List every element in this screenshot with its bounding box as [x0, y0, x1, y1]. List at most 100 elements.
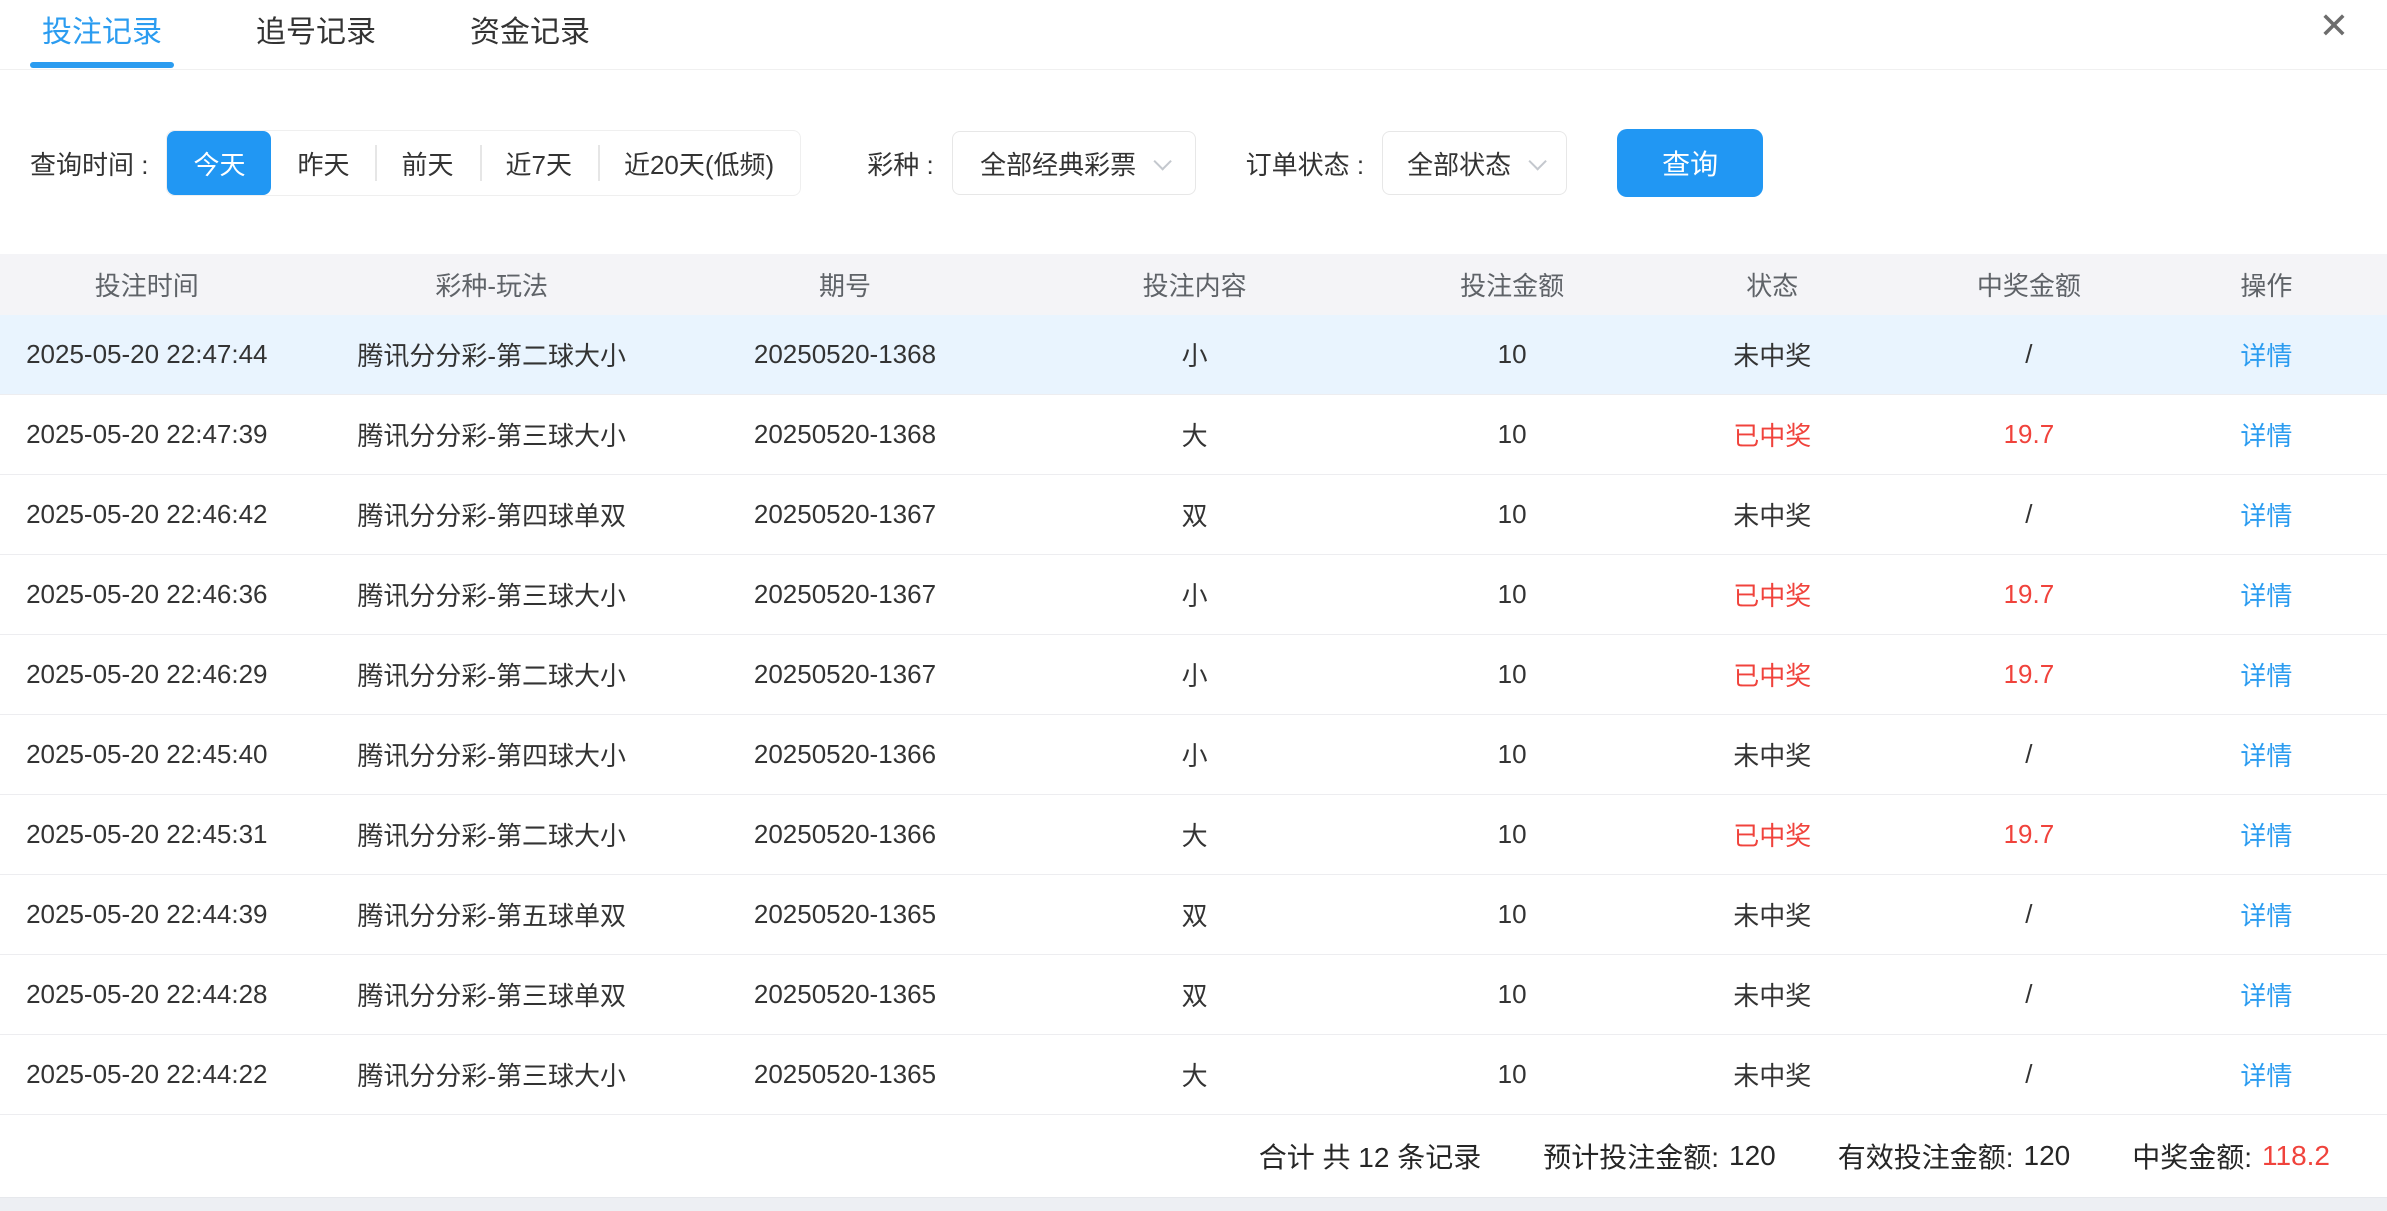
bet-records-table: 投注时间 彩种-玩法 期号 投注内容 投注金额 状态 中奖金额 操作 2025-… [0, 254, 2387, 1197]
cell-play: 腾讯分分彩-第四球单双 [294, 496, 690, 533]
close-icon[interactable]: ✕ [2319, 8, 2349, 44]
col-amount: 投注金额 [1389, 266, 1635, 303]
cell-play: 腾讯分分彩-第二球大小 [294, 336, 690, 373]
cell-amount: 10 [1389, 1059, 1635, 1090]
table-body: 2025-05-20 22:47:44 腾讯分分彩-第二球大小 20250520… [0, 315, 2387, 1115]
cell-play: 腾讯分分彩-第三球大小 [294, 576, 690, 613]
page-background-strip [0, 1197, 2387, 1211]
cell-status: 已中奖 [1635, 656, 1910, 693]
chevron-down-icon [1529, 152, 1547, 170]
cell-content: 大 [1000, 816, 1389, 853]
cell-bet-time: 2025-05-20 22:46:42 [0, 499, 294, 530]
query-button[interactable]: 查询 [1617, 129, 1763, 197]
table-row: 2025-05-20 22:46:36 腾讯分分彩-第三球大小 20250520… [0, 555, 2387, 635]
cell-prize: / [1910, 499, 2149, 530]
cell-content: 小 [1000, 736, 1389, 773]
lottery-type-value: 全部经典彩票 [980, 145, 1136, 182]
cell-status: 已中奖 [1635, 816, 1910, 853]
tab-bet-records[interactable]: 投注记录 [42, 0, 162, 70]
col-play: 彩种-玩法 [294, 266, 690, 303]
cell-bet-time: 2025-05-20 22:46:29 [0, 659, 294, 690]
order-status-value: 全部状态 [1407, 145, 1511, 182]
cell-bet-time: 2025-05-20 22:45:31 [0, 819, 294, 850]
filter-bar: 查询时间 : 今天昨天前天近7天近20天(低频) 彩种 : 全部经典彩票 订单状… [30, 130, 2387, 196]
cell-play: 腾讯分分彩-第二球大小 [294, 816, 690, 853]
cell-bet-time: 2025-05-20 22:45:40 [0, 739, 294, 770]
table-row: 2025-05-20 22:47:39 腾讯分分彩-第三球大小 20250520… [0, 395, 2387, 475]
detail-link[interactable]: 详情 [2240, 901, 2292, 931]
cell-amount: 10 [1389, 739, 1635, 770]
cell-bet-time: 2025-05-20 22:47:39 [0, 419, 294, 450]
cell-amount: 10 [1389, 899, 1635, 930]
cell-content: 双 [1000, 496, 1389, 533]
lottery-type-select[interactable]: 全部经典彩票 [952, 131, 1196, 195]
detail-link[interactable]: 详情 [2240, 981, 2292, 1011]
date-range-option[interactable]: 近7天 [480, 131, 598, 195]
tab-bar: 投注记录 追号记录 资金记录 ✕ [0, 0, 2387, 70]
cell-amount: 10 [1389, 579, 1635, 610]
cell-status: 已中奖 [1635, 416, 1910, 453]
detail-link[interactable]: 详情 [2240, 821, 2292, 851]
col-bet-time: 投注时间 [0, 266, 294, 303]
date-range-group: 今天昨天前天近7天近20天(低频) [166, 130, 801, 196]
cell-play: 腾讯分分彩-第三球大小 [294, 416, 690, 453]
detail-link[interactable]: 详情 [2240, 741, 2292, 771]
col-status: 状态 [1635, 266, 1910, 303]
table-row: 2025-05-20 22:44:39 腾讯分分彩-第五球单双 20250520… [0, 875, 2387, 955]
cell-prize: / [1910, 1059, 2149, 1090]
cell-status: 未中奖 [1635, 1056, 1910, 1093]
date-range-option[interactable]: 近20天(低频) [598, 131, 800, 195]
detail-link[interactable]: 详情 [2240, 1061, 2292, 1091]
order-status-label: 订单状态 : [1246, 145, 1364, 182]
cell-amount: 10 [1389, 979, 1635, 1010]
cell-prize: / [1910, 899, 2149, 930]
table-row: 2025-05-20 22:45:40 腾讯分分彩-第四球大小 20250520… [0, 715, 2387, 795]
cell-content: 双 [1000, 896, 1389, 933]
cell-status: 未中奖 [1635, 976, 1910, 1013]
cell-content: 大 [1000, 416, 1389, 453]
cell-bet-time: 2025-05-20 22:47:44 [0, 339, 294, 370]
table-row: 2025-05-20 22:44:28 腾讯分分彩-第三球单双 20250520… [0, 955, 2387, 1035]
cell-content: 小 [1000, 336, 1389, 373]
summary-valid-amount: 有效投注金额:120 [1838, 1136, 2071, 1176]
cell-content: 双 [1000, 976, 1389, 1013]
detail-link[interactable]: 详情 [2240, 421, 2292, 451]
detail-link[interactable]: 详情 [2240, 341, 2292, 371]
detail-link[interactable]: 详情 [2240, 661, 2292, 691]
order-status-select[interactable]: 全部状态 [1382, 131, 1567, 195]
query-time-label: 查询时间 : [30, 145, 148, 182]
cell-prize: 19.7 [1910, 419, 2149, 450]
cell-status: 未中奖 [1635, 736, 1910, 773]
cell-prize: 19.7 [1910, 579, 2149, 610]
cell-status: 已中奖 [1635, 576, 1910, 613]
cell-issue: 20250520-1365 [690, 899, 1000, 930]
detail-link[interactable]: 详情 [2240, 581, 2292, 611]
detail-link[interactable]: 详情 [2240, 501, 2292, 531]
table-row: 2025-05-20 22:46:42 腾讯分分彩-第四球单双 20250520… [0, 475, 2387, 555]
cell-prize: / [1910, 739, 2149, 770]
date-range-option[interactable]: 昨天 [271, 131, 375, 195]
cell-content: 大 [1000, 1056, 1389, 1093]
cell-prize: / [1910, 979, 2149, 1010]
cell-prize: / [1910, 339, 2149, 370]
cell-status: 未中奖 [1635, 496, 1910, 533]
cell-prize: 19.7 [1910, 659, 2149, 690]
cell-issue: 20250520-1365 [690, 979, 1000, 1010]
cell-issue: 20250520-1366 [690, 819, 1000, 850]
summary-win-amount: 中奖金额:118.2 [2132, 1136, 2330, 1176]
tab-fund-records[interactable]: 资金记录 [470, 0, 590, 70]
col-prize: 中奖金额 [1910, 266, 2149, 303]
tab-chase-records[interactable]: 追号记录 [256, 0, 376, 70]
cell-issue: 20250520-1367 [690, 499, 1000, 530]
date-range-option[interactable]: 前天 [375, 131, 479, 195]
cell-content: 小 [1000, 576, 1389, 613]
date-range-option[interactable]: 今天 [167, 131, 271, 195]
cell-amount: 10 [1389, 419, 1635, 450]
table-header: 投注时间 彩种-玩法 期号 投注内容 投注金额 状态 中奖金额 操作 [0, 254, 2387, 315]
summary-expected-amount: 预计投注金额:120 [1543, 1136, 1776, 1176]
table-row: 2025-05-20 22:44:22 腾讯分分彩-第三球大小 20250520… [0, 1035, 2387, 1115]
cell-status: 未中奖 [1635, 896, 1910, 933]
cell-issue: 20250520-1368 [690, 339, 1000, 370]
cell-bet-time: 2025-05-20 22:44:22 [0, 1059, 294, 1090]
table-row: 2025-05-20 22:45:31 腾讯分分彩-第二球大小 20250520… [0, 795, 2387, 875]
